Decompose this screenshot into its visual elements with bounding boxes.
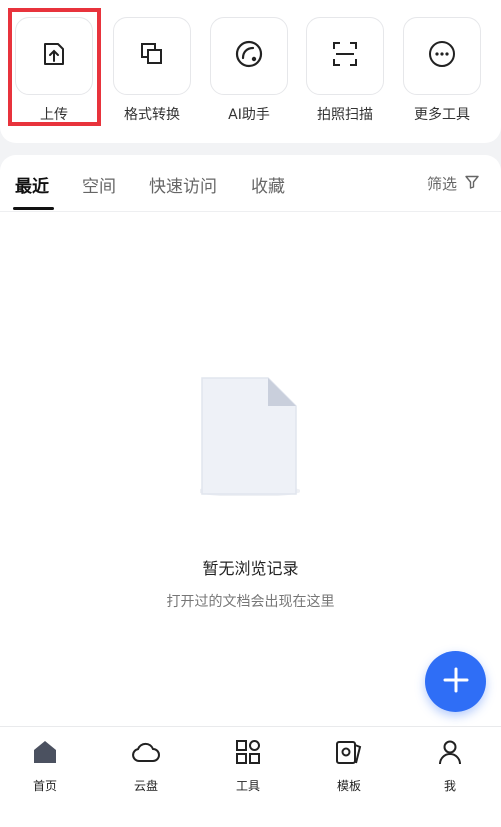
tool-scan-box[interactable] xyxy=(306,17,384,95)
add-button[interactable] xyxy=(425,651,486,712)
filter-icon xyxy=(465,175,479,193)
tab-recent[interactable]: 最近 xyxy=(15,172,49,197)
highlight-box xyxy=(8,8,101,126)
nav-cloud[interactable]: 云盘 xyxy=(106,737,186,794)
tool-scan-label: 拍照扫描 xyxy=(317,107,373,123)
tool-format-convert-box[interactable] xyxy=(113,17,191,95)
template-icon xyxy=(309,737,389,767)
nav-home-label: 首页 xyxy=(32,779,57,793)
nav-template[interactable]: 模板 xyxy=(309,737,389,794)
tool-ai-assistant-label: AI助手 xyxy=(228,107,270,123)
cloud-icon xyxy=(106,737,186,767)
tool-format-convert-label: 格式转换 xyxy=(124,107,180,123)
nav-me[interactable]: 我 xyxy=(410,737,490,794)
nav-template-label: 模板 xyxy=(336,779,361,793)
blank-document-icon xyxy=(197,376,301,500)
filter-label: 筛选 xyxy=(426,175,457,193)
empty-state-title: 暂无浏览记录 xyxy=(202,559,299,578)
filter-button[interactable]: 筛选 xyxy=(427,173,479,194)
bottom-nav: 首页 云盘 工具 模板 我 xyxy=(0,726,501,827)
nav-tools-label: 工具 xyxy=(235,779,260,793)
ai-assistant-icon xyxy=(233,38,265,74)
more-icon xyxy=(427,39,457,73)
tab-favorites[interactable]: 收藏 xyxy=(251,172,285,197)
nav-home[interactable]: 首页 xyxy=(5,737,85,794)
tool-more-box[interactable] xyxy=(403,17,481,95)
tool-ai-assistant-box[interactable] xyxy=(210,17,288,95)
user-icon xyxy=(410,737,490,767)
recent-files-panel: 最近 空间 快速访问 收藏 筛选 暂无浏览记录 打开过的文档会出现在这里 xyxy=(0,155,501,726)
tab-bar: 最近 空间 快速访问 收藏 筛选 xyxy=(0,155,501,212)
format-convert-icon xyxy=(137,39,167,73)
tool-scan[interactable]: 拍照扫描 xyxy=(306,17,384,127)
scan-icon xyxy=(330,39,360,73)
grid-icon xyxy=(208,737,288,767)
tab-space[interactable]: 空间 xyxy=(82,172,116,197)
tool-more-label: 更多工具 xyxy=(414,107,470,123)
active-tab-indicator xyxy=(13,207,54,210)
tab-quick-access[interactable]: 快速访问 xyxy=(149,172,217,197)
home-icon xyxy=(5,737,85,767)
nav-me-label: 我 xyxy=(443,779,456,793)
tools-panel: 上传 格式转换 AI助手 拍照扫描 更多工具 xyxy=(0,0,501,143)
tool-more[interactable]: 更多工具 xyxy=(403,17,481,127)
plus-icon xyxy=(443,667,469,697)
nav-cloud-label: 云盘 xyxy=(133,779,158,793)
empty-state-subtitle: 打开过的文档会出现在这里 xyxy=(166,594,335,610)
tool-ai-assistant[interactable]: AI助手 xyxy=(210,17,288,127)
tool-format-convert[interactable]: 格式转换 xyxy=(113,17,191,127)
nav-tools[interactable]: 工具 xyxy=(208,737,288,794)
